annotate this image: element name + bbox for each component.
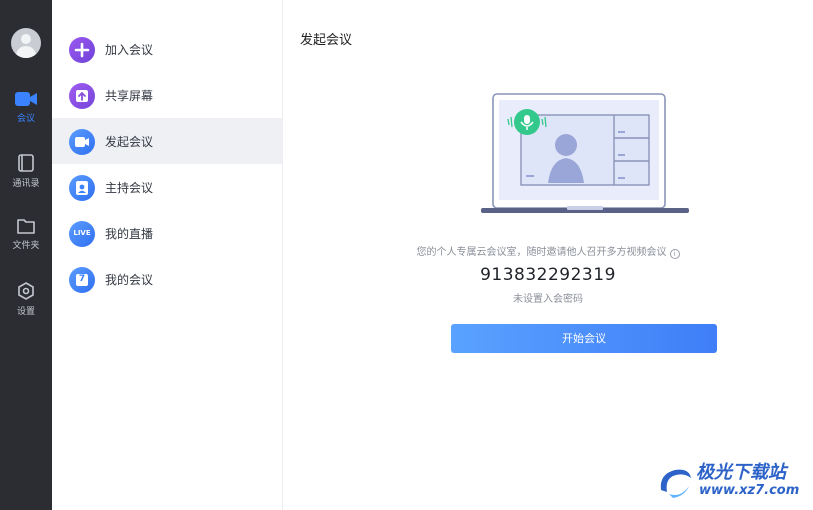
share-screen-icon (69, 83, 95, 109)
menu-item-label: 加入会议 (105, 43, 154, 57)
video-camera-icon (15, 92, 37, 106)
menu-item-host-meeting[interactable]: 主持会议 (52, 164, 282, 210)
rail-item-settings[interactable]: 设置 (0, 281, 52, 317)
video-icon (69, 129, 95, 155)
info-icon[interactable]: i (669, 249, 680, 259)
rail-item-folder[interactable]: 文件夹 (0, 217, 52, 251)
host-icon (69, 175, 95, 201)
rail-item-label: 通讯录 (12, 179, 40, 189)
plus-icon (69, 37, 95, 63)
avatar[interactable] (11, 28, 41, 58)
password-note: 未设置入会密码 (513, 294, 583, 305)
menu-item-share-screen[interactable]: 共享屏幕 (52, 72, 282, 118)
watermark-logo-icon (660, 469, 691, 498)
calendar-day: 7 (78, 274, 86, 284)
menu-item-label: 主持会议 (105, 181, 154, 195)
live-badge-text: LIVE (73, 229, 91, 237)
page-title: 发起会议 (300, 33, 353, 48)
rail-item-label: 文件夹 (12, 241, 40, 251)
contacts-book-icon (18, 154, 34, 172)
settings-hexagon-icon (18, 282, 34, 300)
calendar-icon: 7 (69, 267, 95, 293)
menu-item-start-meeting[interactable]: 发起会议 (52, 118, 282, 164)
nav-rail: 会议 通讯录 文件夹 设置 (0, 0, 52, 510)
rail-item-meetings[interactable]: 会议 (0, 90, 52, 124)
meeting-room-description: 您的个人专属云会议室，随时邀请他人召开多方视频会议 i (283, 243, 813, 259)
live-icon: LIVE (69, 221, 95, 247)
watermark-name: 极光下载站 (696, 462, 786, 483)
meeting-menu: 加入会议 共享屏幕 发起会议 主持会议 LIVE 我的直播 7 我的会议 (52, 0, 283, 510)
watermark: 极光下载站 www.xz7.com (655, 458, 810, 504)
meeting-id: 913832292319 (480, 265, 616, 285)
menu-item-label: 发起会议 (105, 135, 154, 149)
menu-item-join-meeting[interactable]: 加入会议 (52, 26, 282, 72)
menu-item-my-meetings[interactable]: 7 我的会议 (52, 256, 282, 302)
watermark-url: www.xz7.com (699, 483, 800, 498)
rail-item-label: 设置 (16, 307, 35, 317)
laptop-video-illustration (481, 93, 689, 213)
menu-item-label: 共享屏幕 (105, 89, 154, 103)
menu-item-label: 我的会议 (105, 273, 154, 287)
menu-item-label: 我的直播 (105, 227, 154, 241)
rail-item-label: 会议 (16, 114, 35, 124)
folder-icon (17, 219, 35, 234)
main-panel: 发起会议 您的个人专属云会议室，随时邀请他人召开多方视频会议 i 91383229… (283, 0, 813, 510)
start-meeting-button[interactable]: 开始会议 (451, 324, 717, 353)
description-text: 您的个人专属云会议室，随时邀请他人召开多方视频会议 (416, 247, 667, 258)
rail-item-contacts[interactable]: 通讯录 (0, 153, 52, 189)
menu-item-my-live[interactable]: LIVE 我的直播 (52, 210, 282, 256)
